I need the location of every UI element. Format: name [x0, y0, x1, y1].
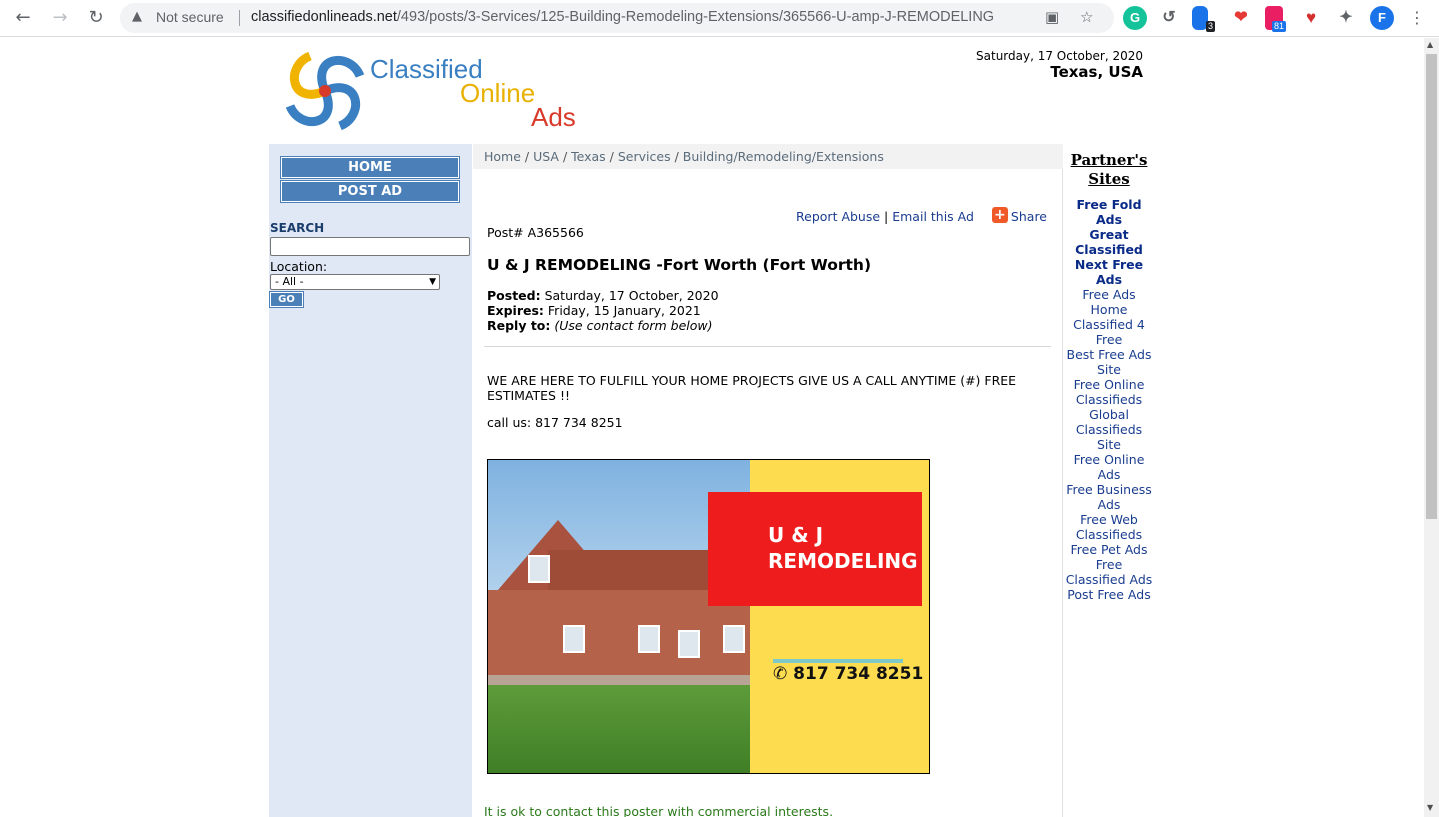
image-grass [488, 685, 750, 773]
logo-text-ads: Ads [531, 102, 576, 132]
partner-link[interactable]: Global Classifieds Site [1064, 407, 1154, 452]
menu-kebab-icon[interactable]: ⋮ [1405, 6, 1429, 30]
location-select[interactable]: - All - ▼ [270, 274, 440, 290]
chevron-down-icon: ▼ [429, 277, 436, 287]
breadcrumb: Home / USA / Texas / Services / Building… [473, 144, 1063, 169]
breadcrumb-category[interactable]: Services [618, 149, 671, 164]
expires-value: Friday, 15 January, 2021 [547, 303, 701, 318]
url-text[interactable]: classifiedonlineads.net/493/posts/3-Serv… [251, 9, 994, 25]
breadcrumb-state[interactable]: Texas [571, 149, 606, 164]
image-accent-line [773, 659, 903, 663]
header-location: Texas, USA [1050, 63, 1143, 81]
post-number: Post# A365566 [487, 225, 584, 240]
ad-description: WE ARE HERE TO FULFILL YOUR HOME PROJECT… [487, 373, 1017, 403]
heart-pulse-icon[interactable]: ❤ [1229, 6, 1253, 30]
main-content: Home / USA / Texas / Services / Building… [473, 144, 1063, 817]
forward-icon[interactable]: → [48, 6, 72, 30]
warning-icon: ▲ [132, 9, 142, 24]
profile-avatar[interactable]: F [1370, 6, 1394, 30]
post-ad-button[interactable]: POST AD [280, 180, 460, 203]
partner-link[interactable]: Best Free Ads Site [1064, 347, 1154, 377]
grammarly-icon[interactable]: G [1123, 6, 1147, 30]
scroll-down-icon[interactable]: ▼ [1427, 803, 1433, 812]
posted-value: Saturday, 17 October, 2020 [544, 288, 719, 303]
header-date: Saturday, 17 October, 2020 [976, 49, 1143, 63]
share-plus-icon[interactable]: + [991, 207, 1008, 223]
omnibox-separator [239, 10, 240, 26]
go-button[interactable]: GO [269, 291, 304, 308]
breadcrumb-home[interactable]: Home [484, 149, 521, 164]
breadcrumb-subcategory[interactable]: Building/Remodeling/Extensions [683, 149, 884, 164]
location-select-value: - All - [275, 275, 304, 288]
image-window [563, 625, 585, 653]
partner-link[interactable]: Free Web Classifieds [1064, 512, 1154, 542]
left-sidebar: HOME POST AD SEARCH Location: - All - ▼ … [269, 144, 472, 817]
partner-link[interactable]: Free Fold Ads [1064, 197, 1154, 227]
partners-list: Free Fold Ads Great Classified Next Free A… [1064, 197, 1154, 602]
image-phone: ✆ 817 734 8251 [773, 664, 924, 684]
posted-label: Posted: [487, 288, 541, 303]
email-ad-link[interactable]: Email this Ad [892, 209, 974, 224]
cast-icon[interactable]: ▣ [1045, 8, 1059, 26]
phone-icon: ✆ [773, 664, 788, 684]
expires-label: Expires: [487, 303, 544, 318]
search-input[interactable] [270, 237, 470, 256]
home-button[interactable]: HOME [280, 156, 460, 179]
ad-call-text: call us: 817 734 8251 [487, 415, 623, 430]
ad-actions: Report Abuse | Email this Ad + Share [796, 207, 1047, 224]
heart-icon[interactable]: ♥ [1299, 6, 1323, 30]
image-title-line1: U & J [768, 523, 824, 547]
partner-link[interactable]: Free Ads Home [1064, 287, 1154, 317]
location-label: Location: [270, 259, 328, 274]
image-window [723, 625, 745, 653]
reload-icon[interactable]: ↻ [84, 6, 108, 30]
scroll-thumb[interactable] [1426, 54, 1437, 519]
commercial-note: It is ok to contact this poster with com… [484, 804, 834, 817]
divider [484, 346, 1051, 347]
partner-link[interactable]: Free Online Classifieds [1064, 377, 1154, 407]
partner-link[interactable]: Post Free Ads [1064, 587, 1154, 602]
partner-link[interactable]: Free Pet Ads [1064, 542, 1154, 557]
image-window [528, 555, 550, 583]
partner-link[interactable]: Free Classified Ads [1064, 557, 1154, 587]
image-title-line2: REMODELING [768, 549, 918, 573]
partner-link[interactable]: Free Business Ads [1064, 482, 1154, 512]
ad-meta: Posted: Saturday, 17 October, 2020 Expir… [487, 288, 719, 333]
logo-swirl-icon [285, 51, 365, 131]
bookmark-star-icon[interactable]: ☆ [1080, 8, 1093, 26]
history-icon[interactable]: ↺ [1157, 6, 1181, 30]
breadcrumb-country[interactable]: USA [533, 149, 559, 164]
back-icon[interactable]: ← [11, 6, 35, 30]
extensions-puzzle-icon[interactable]: ✦ [1334, 6, 1358, 30]
partner-link[interactable]: Great Classified [1064, 227, 1154, 257]
report-abuse-link[interactable]: Report Abuse [796, 209, 880, 224]
partner-link[interactable]: Next Free Ads [1064, 257, 1154, 287]
address-bar[interactable]: ▲ Not secure classifiedonlineads.net/493… [120, 3, 1114, 33]
reply-value: (Use contact form below) [554, 318, 713, 333]
extension-badge: 3 [1206, 21, 1216, 32]
scroll-up-icon[interactable]: ▲ [1427, 40, 1433, 49]
logo-text-online: Online [460, 78, 536, 108]
search-label: SEARCH [270, 221, 325, 235]
ad-image[interactable]: U & J REMODELING ✆ 817 734 8251 [487, 459, 930, 774]
site-logo[interactable]: Classified Online Ads [280, 46, 590, 138]
browser-toolbar: ← → ↻ ▲ Not secure classifiedonlineads.n… [0, 0, 1439, 37]
image-window [638, 625, 660, 653]
page-scrollbar[interactable]: ▲ ▼ [1424, 38, 1439, 817]
share-link[interactable]: Share [1011, 209, 1047, 224]
partners-sidebar: Partner's Sites Free Fold Ads Great Class… [1064, 144, 1154, 602]
ad-title: U & J REMODELING -Fort Worth (Fort Worth… [487, 256, 872, 274]
image-title-box: U & J REMODELING [708, 492, 922, 606]
reply-label: Reply to: [487, 318, 551, 333]
image-window [678, 630, 700, 658]
partner-link[interactable]: Free Online Ads [1064, 452, 1154, 482]
extension-badge-2: 81 [1272, 21, 1287, 32]
security-label[interactable]: Not secure [156, 9, 224, 25]
partners-title: Partner's Sites [1070, 151, 1148, 188]
partner-link[interactable]: Classified 4 Free [1064, 317, 1154, 347]
